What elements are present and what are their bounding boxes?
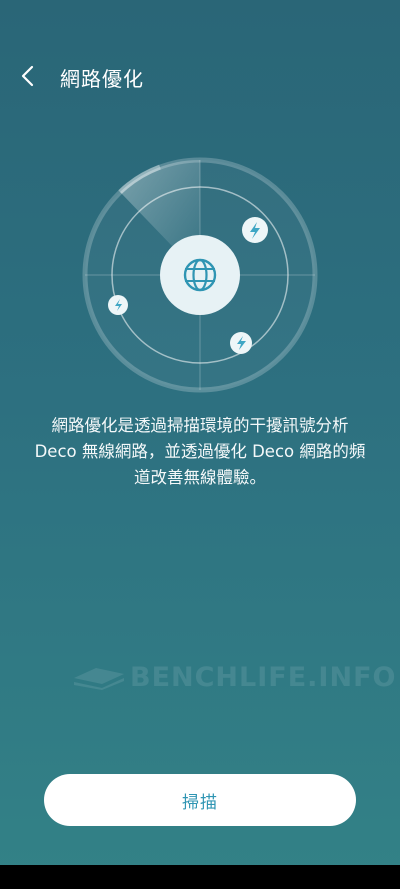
radar-center-disc (160, 235, 240, 315)
chevron-left-icon (21, 65, 34, 87)
description-line: 道改善無線體驗。 (134, 468, 266, 487)
watermark-logo (74, 668, 124, 690)
watermark: BENCHLIFE.INFO (72, 660, 395, 696)
back-button[interactable] (12, 58, 44, 94)
description-line: 網路優化是透過掃描環境的干擾訊號分析 (51, 416, 349, 435)
page-title: 網路優化 (60, 67, 144, 91)
scan-button[interactable]: 掃描 (44, 774, 356, 826)
interference-node-left (108, 295, 128, 315)
header: 網路優化 (0, 52, 400, 102)
interference-node-top-right (242, 217, 268, 243)
scan-button-label: 掃描 (182, 792, 218, 812)
description-text: 網路優化是透過掃描環境的干擾訊號分析 Deco 無線網路，並透過優化 Deco … (20, 413, 380, 491)
system-navigation-bar (0, 865, 400, 889)
watermark-text: BENCHLIFE.INFO (130, 662, 397, 693)
radar-graphic (82, 157, 318, 393)
description-line: Deco 無線網路，並透過優化 Deco 網路的頻 (34, 442, 366, 461)
interference-node-bottom-right (230, 332, 252, 354)
